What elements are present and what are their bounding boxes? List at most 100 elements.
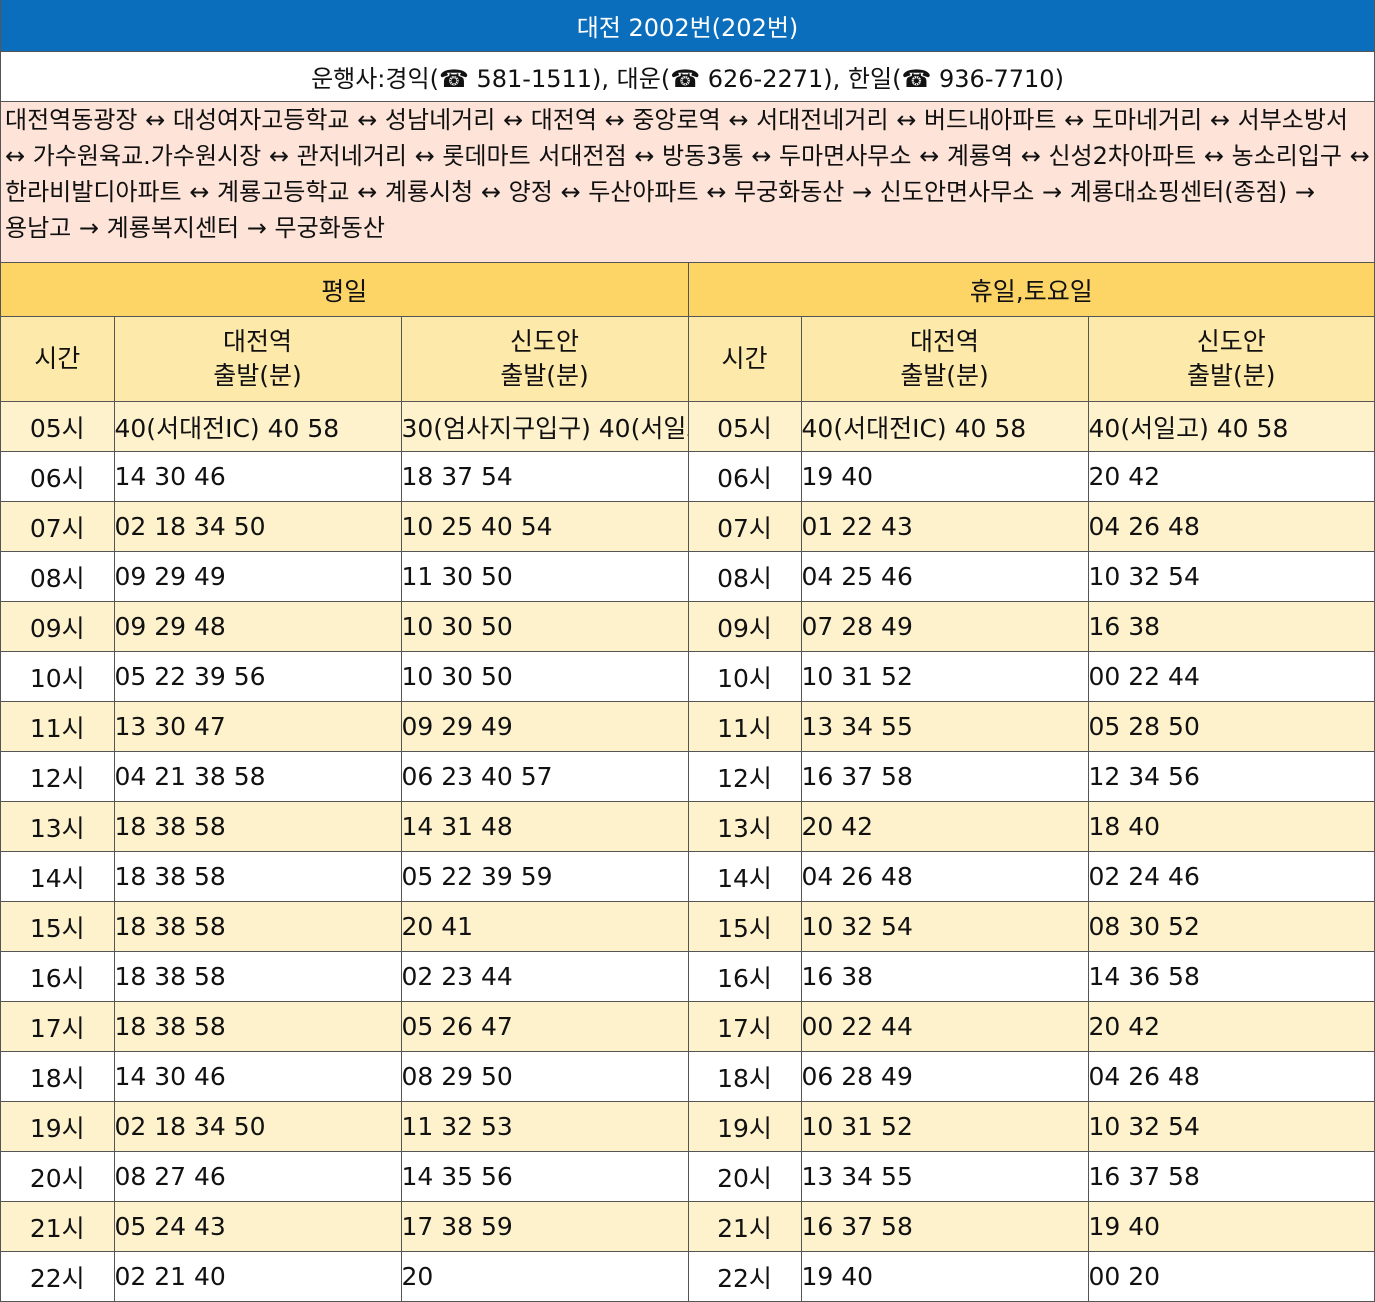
holiday-daejeon-times: 07 28 49 [800,601,1089,652]
hour-cell: 12시 [1,751,115,802]
route-arrow-icon: → [246,214,267,242]
hour-cell: 21시 [687,1201,802,1252]
route-arrow-icon: ↔ [1349,142,1370,170]
hour-cell: 09시 [1,601,115,652]
weekday-sindoan-times: 14 35 56 [400,1151,689,1202]
holiday-daejeon-times: 10 31 52 [800,1101,1089,1152]
holiday-daejeon-times: 04 26 48 [800,851,1089,902]
day-header-row: 평일 휴일,토요일 [1,263,1375,317]
operator-company: 한일(☎ 936-7710) [847,65,1064,93]
weekday-daejeon-times: 05 24 43 [113,1201,402,1252]
weekday-sindoan-times: 20 [400,1251,689,1302]
table-row: 10시 05 22 39 56 10 30 50 10시 10 31 52 00 22 4… [1,651,1375,702]
hour-cell: 13시 [687,801,802,852]
holiday-sindoan-times: 02 24 46 [1087,851,1375,902]
route-stop: 도마네거리 [1091,106,1203,134]
route-arrow-icon: ↔ [1203,142,1224,170]
route-arrow-icon: ↔ [751,142,772,170]
timetable: 평일 휴일,토요일 시간 대전역 출발(분) 신도안 출발(분) 시간 대전역 출발(… [1,263,1375,1302]
weekday-daejeon-times: 18 38 58 [113,901,402,952]
company-phone: 581-1511 [476,65,593,93]
table-row: 06시 14 30 46 18 37 54 06시 19 40 20 42 [1,451,1375,502]
route-stop: 대전역 [530,106,597,134]
company-phone: 626-2271 [707,65,824,93]
holiday-daejeon-times: 40(서대전IC) 40 58 [800,401,1089,452]
company-name: 한일 [847,65,893,93]
table-row: 16시 18 38 58 02 23 44 16시 16 38 14 36 58 [1,951,1375,1002]
hour-cell: 17시 [687,1001,802,1052]
header-line: 신도안 [510,327,580,356]
route-stop: 성남네거리 [384,106,496,134]
weekday-sindoan-times: 17 38 59 [400,1201,689,1252]
table-row: 08시 09 29 49 11 30 50 08시 04 25 46 10 32 54 [1,551,1375,602]
weekday-sindoan-times: 30(엄사지구입구) 40(서일고) 40 58 [400,401,689,452]
hour-cell: 05시 [1,401,115,452]
route-stop: 계룡대쇼핑센터(종점) [1069,178,1288,206]
route-arrow-icon: ↔ [480,178,501,206]
holiday-daejeon-times: 06 28 49 [800,1051,1089,1102]
weekday-sindoan-times: 11 30 50 [400,551,689,602]
header-line: 신도안 [1196,327,1266,356]
route-stops: 대전역동광장 ↔ 대성여자고등학교 ↔ 성남네거리 ↔ 대전역 ↔ 중앙로역 ↔… [1,102,1374,263]
hour-cell: 14시 [1,851,115,902]
route-arrow-icon: → [78,214,99,242]
timetable-sheet: 대전 2002번(202번) 운행사: 경익(☎ 581-1511), 대운(☎… [0,0,1375,1302]
route-stop: 신도안면사무소 [879,178,1035,206]
route-arrow-icon: ↔ [145,106,166,134]
weekday-daejeon-times: 18 38 58 [113,801,402,852]
table-row: 19시 02 18 34 50 11 32 53 19시 10 31 52 10 32 5… [1,1101,1375,1152]
hour-cell: 10시 [1,651,115,702]
route-stop: 서대전네거리 [756,106,889,134]
holiday-sindoan-times: 08 30 52 [1087,901,1375,952]
route-stop: 버드내아파트 [923,106,1057,134]
route-arrow-icon: ↔ [896,106,917,134]
route-arrow-icon: ↔ [604,106,625,134]
weekday-sindoan-times: 06 23 40 57 [400,751,689,802]
route-stop: 중앙로역 [632,106,721,134]
hour-cell: 13시 [1,801,115,852]
holiday-daejeon-times: 13 34 55 [800,1151,1089,1202]
holiday-sindoan-times: 12 34 56 [1087,751,1375,802]
weekday-daejeon-times: 04 21 38 58 [113,751,402,802]
phone-icon: ☎ [670,65,701,93]
route-arrow-icon: → [852,178,873,206]
phone-icon: ☎ [438,65,469,93]
company-name: 경익 [385,65,430,93]
hour-cell: 21시 [1,1201,115,1252]
sindoan-departure-header: 신도안 출발(분) [400,316,689,402]
table-row: 12시 04 21 38 58 06 23 40 57 12시 16 37 58 12 3… [1,751,1375,802]
route-stop: 두산아파트 [588,178,699,206]
hour-cell: 20시 [1,1151,115,1202]
holiday-sindoan-times: 00 20 [1087,1251,1375,1302]
route-stop: 무궁화동산 [274,214,385,242]
route-stop: 가수원육교.가수원시장 [32,142,262,170]
hour-cell: 06시 [687,451,802,502]
route-arrow-icon: ↔ [728,106,749,134]
hour-cell: 22시 [1,1251,115,1302]
route-arrow-icon: ↔ [268,142,289,170]
route-stop: 계룡시청 [384,178,474,206]
header-line: 대전역 [222,327,292,356]
route-stop: 계룡역 [946,142,1014,170]
hour-header: 시간 [687,316,802,402]
holiday-daejeon-times: 19 40 [800,451,1089,502]
route-stop: 대성여자고등학교 [172,106,350,134]
table-row: 22시 02 21 40 20 22시 19 40 00 20 [1,1251,1375,1302]
holiday-sindoan-times: 18 40 [1087,801,1375,852]
hour-cell: 19시 [1,1101,115,1152]
weekday-sindoan-times: 20 41 [400,901,689,952]
hour-cell: 15시 [687,901,802,952]
weekday-daejeon-times: 18 38 58 [113,851,402,902]
weekday-sindoan-times: 02 23 44 [400,951,689,1002]
company-phone: 936-7710 [939,65,1055,93]
table-row: 21시 05 24 43 17 38 59 21시 16 37 58 19 40 [1,1201,1375,1252]
header-line: 대전역 [910,327,980,356]
table-row: 14시 18 38 58 05 22 39 59 14시 04 26 48 02 24 4… [1,851,1375,902]
daejeon-departure-header: 대전역 출발(분) [800,316,1089,402]
hour-header: 시간 [1,316,115,402]
holiday-daejeon-times: 19 40 [800,1251,1089,1302]
holiday-sindoan-times: 05 28 50 [1087,701,1375,752]
route-arrow-icon: ↔ [1064,106,1085,134]
header-line: 출발(분) [1187,361,1276,390]
holiday-daejeon-times: 16 38 [800,951,1089,1002]
